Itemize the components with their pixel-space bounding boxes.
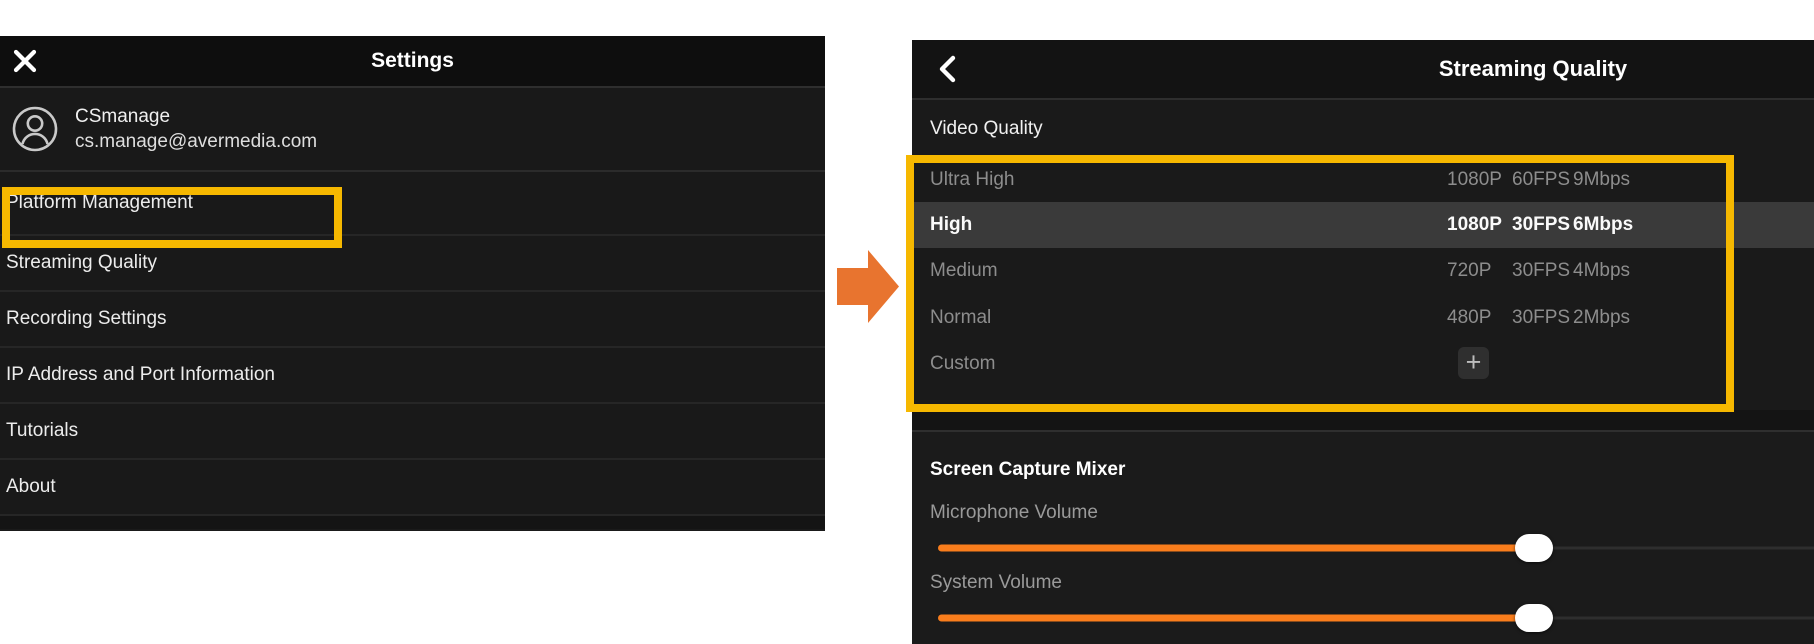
account-row[interactable]: CSmanage cs.manage@avermedia.com xyxy=(0,88,825,172)
slider-track-filled xyxy=(938,545,1534,552)
page-title: Settings xyxy=(371,49,454,73)
slider-knob[interactable] xyxy=(1515,534,1553,562)
menu-item-label: IP Address and Port Information xyxy=(6,364,275,386)
screen-capture-mixer-section: Screen Capture Mixer Microphone Volume S… xyxy=(912,432,1814,644)
back-button[interactable] xyxy=(938,54,958,84)
quality-resolution: 1080P xyxy=(1447,214,1502,236)
panel-bottom-strip xyxy=(0,516,825,529)
page-title: Streaming Quality xyxy=(1439,56,1627,82)
plus-icon: + xyxy=(1466,347,1482,377)
menu-item-label: Platform Management xyxy=(6,192,193,214)
arrow-right-icon xyxy=(837,250,899,323)
slider-track-empty xyxy=(1534,617,1814,620)
slider-track-empty xyxy=(1534,547,1814,550)
video-quality-label: Video Quality xyxy=(930,118,1043,140)
quality-row-ultra-high[interactable]: Ultra High 1080P 60FPS 9Mbps xyxy=(912,157,1814,202)
settings-panel: Settings CSmanage cs.manage@avermedia.co… xyxy=(0,36,825,531)
system-volume-slider[interactable] xyxy=(938,604,1814,632)
menu-item-ip-address[interactable]: IP Address and Port Information xyxy=(0,348,825,404)
quality-fps: 60FPS xyxy=(1512,169,1570,191)
avatar-icon xyxy=(12,106,58,152)
menu-item-platform-management[interactable]: Platform Management xyxy=(0,172,825,236)
streaming-quality-panel: Streaming Quality Video Quality Ultra Hi… xyxy=(912,40,1814,644)
slider-knob[interactable] xyxy=(1515,604,1553,632)
chevron-left-icon xyxy=(938,55,956,83)
quality-row-normal[interactable]: Normal 480P 30FPS 2Mbps xyxy=(912,294,1814,341)
settings-topbar: Settings xyxy=(0,36,825,88)
video-quality-header: Video Quality xyxy=(912,100,1814,157)
microphone-volume-label: Microphone Volume xyxy=(930,502,1098,524)
add-custom-quality-button[interactable]: + xyxy=(1458,347,1489,379)
menu-item-label: Recording Settings xyxy=(6,308,167,330)
quality-name: Custom xyxy=(930,353,995,375)
system-volume-label: System Volume xyxy=(930,572,1062,594)
account-email: cs.manage@avermedia.com xyxy=(75,130,317,153)
close-button[interactable] xyxy=(12,48,38,74)
quality-name: Normal xyxy=(930,307,991,329)
quality-fps: 30FPS xyxy=(1512,214,1570,236)
section-gap xyxy=(912,410,1814,432)
streaming-quality-topbar: Streaming Quality xyxy=(912,40,1814,100)
menu-item-tutorials[interactable]: Tutorials xyxy=(0,404,825,460)
menu-item-label: About xyxy=(6,476,56,498)
microphone-volume-slider[interactable] xyxy=(938,534,1814,562)
quality-name: High xyxy=(930,214,972,236)
quality-bitrate: 6Mbps xyxy=(1573,214,1633,236)
quality-resolution: 480P xyxy=(1447,307,1491,329)
menu-item-streaming-quality[interactable]: Streaming Quality xyxy=(0,236,825,292)
menu-item-label: Streaming Quality xyxy=(6,252,157,274)
quality-name: Ultra High xyxy=(930,169,1014,191)
close-icon xyxy=(13,49,37,73)
quality-resolution: 720P xyxy=(1447,260,1491,282)
quality-row-custom[interactable]: Custom + xyxy=(912,341,1814,410)
quality-row-high-selected[interactable]: High 1080P 30FPS 6Mbps xyxy=(912,202,1814,248)
slider-track-filled xyxy=(938,615,1534,622)
account-name: CSmanage xyxy=(75,105,317,128)
mixer-header: Screen Capture Mixer xyxy=(930,459,1125,481)
quality-fps: 30FPS xyxy=(1512,260,1570,282)
quality-row-medium[interactable]: Medium 720P 30FPS 4Mbps xyxy=(912,248,1814,294)
quality-resolution: 1080P xyxy=(1447,169,1502,191)
quality-bitrate: 9Mbps xyxy=(1573,169,1630,191)
menu-item-about[interactable]: About xyxy=(0,460,825,516)
quality-bitrate: 2Mbps xyxy=(1573,307,1630,329)
menu-item-recording-settings[interactable]: Recording Settings xyxy=(0,292,825,348)
account-text: CSmanage cs.manage@avermedia.com xyxy=(75,105,317,153)
menu-item-label: Tutorials xyxy=(6,420,78,442)
quality-name: Medium xyxy=(930,260,998,282)
quality-bitrate: 4Mbps xyxy=(1573,260,1630,282)
quality-fps: 30FPS xyxy=(1512,307,1570,329)
